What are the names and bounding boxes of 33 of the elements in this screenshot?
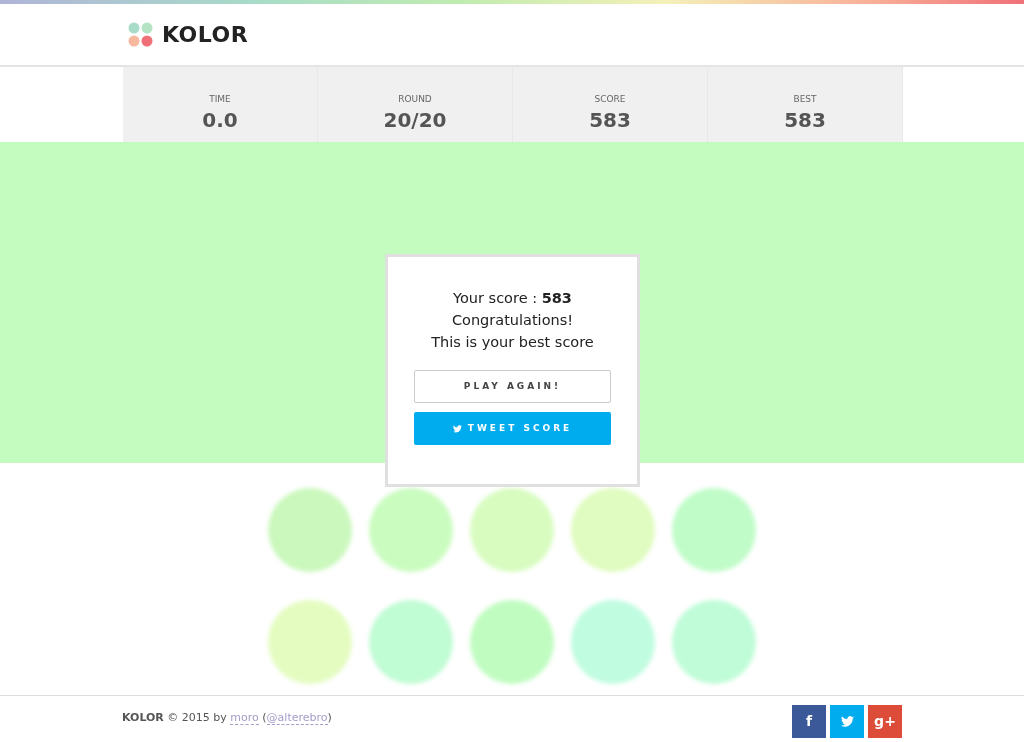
bird-icon <box>452 424 462 433</box>
play-again-button[interactable]: PLAY AGAIN! <box>414 370 611 403</box>
handle-link[interactable]: @alterebro <box>266 710 328 725</box>
bird-icon <box>840 715 854 727</box>
brand-name: KOLOR <box>162 21 249 49</box>
stat-label: ROUND <box>398 94 432 105</box>
facebook-button[interactable]: f <box>792 704 826 738</box>
color-circle[interactable] <box>470 600 554 684</box>
color-circle[interactable] <box>268 488 352 572</box>
dialog-text: This is your best score <box>430 333 595 352</box>
stat-value: 0.0 <box>202 109 238 131</box>
dialog-text: Your score : 583 <box>452 289 573 308</box>
color-circle[interactable] <box>672 488 756 572</box>
google-plus-button[interactable]: g+ <box>868 704 902 738</box>
stat-value: 583 <box>784 109 826 131</box>
stat-label: SCORE <box>594 94 626 105</box>
stat-label: TIME <box>209 94 231 105</box>
color-circle[interactable] <box>268 600 352 684</box>
twitter-button[interactable] <box>830 704 864 738</box>
color-circle[interactable] <box>470 488 554 572</box>
color-circle[interactable] <box>571 488 655 572</box>
color-circle[interactable] <box>672 600 756 684</box>
stat-label: BEST <box>793 94 817 105</box>
dialog-text: Congratulations! <box>450 311 575 330</box>
author-link[interactable]: moro <box>230 710 259 725</box>
color-circle[interactable] <box>369 488 453 572</box>
stat-value: 583 <box>589 109 631 131</box>
logo-icon <box>128 21 154 48</box>
color-circle[interactable] <box>571 600 655 684</box>
tweet-score-button[interactable]: TWEET SCORE <box>414 412 611 445</box>
stat-value: 20/20 <box>383 109 447 131</box>
footer-credit: KOLOR © 2015 by moro (@alterebro) <box>122 709 332 727</box>
color-circle[interactable] <box>369 600 453 684</box>
